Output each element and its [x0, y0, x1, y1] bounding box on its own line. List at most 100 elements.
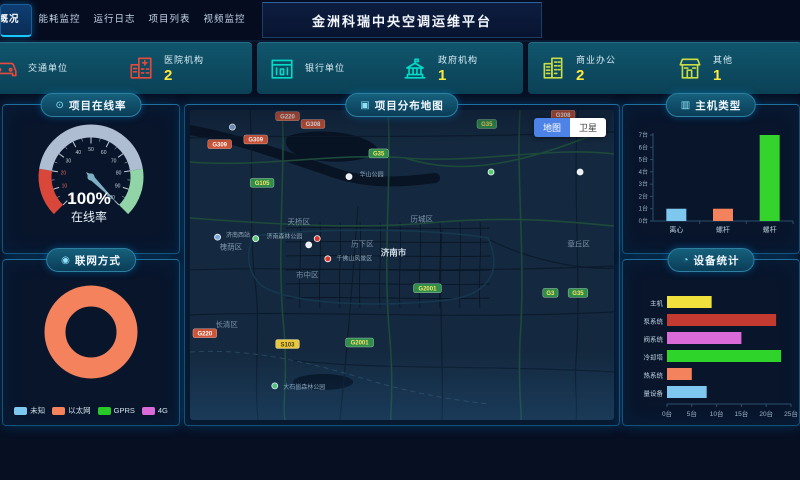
map-type-button-map[interactable]: 地图 [534, 118, 570, 137]
gauge-tick [124, 171, 130, 172]
map-label-district: 历下区 [351, 239, 374, 248]
row-label: 泵系统 [644, 317, 664, 326]
topbar: 概况 能耗监控 运行日志 项目列表 视频监控 金洲科瑞中央空调运维平台 [0, 0, 800, 42]
network-mode-donut [3, 276, 179, 392]
bar [667, 296, 712, 308]
map-marker[interactable] [253, 236, 259, 242]
map-label-poi: 济南西站 [226, 231, 250, 239]
dashboard-page: 概况 能耗监控 运行日志 项目列表 视频监控 金洲科瑞中央空调运维平台 交通单位 [0, 0, 800, 480]
map-marker[interactable] [215, 234, 221, 240]
map-label-district: 长清区 [215, 319, 238, 329]
stat-item-transport: 交通单位 [0, 42, 116, 94]
gauge-value: 100% [67, 189, 110, 208]
stat-label: 商业办公 [576, 53, 616, 66]
legend-swatch [14, 407, 27, 415]
stat-value: 2 [576, 68, 616, 83]
grid-road [379, 222, 380, 308]
gauge-tick [65, 147, 67, 149]
legend-swatch [98, 407, 111, 415]
row-label: 主机 [650, 299, 664, 308]
map-box: G220G308G308G309G309G35G35G105G2001G2001… [190, 110, 614, 420]
bar [667, 332, 741, 344]
map-type-button-satellite[interactable]: 卫星 [570, 118, 606, 137]
stat-item-other: 其他 1 [665, 42, 800, 94]
row-label: 量设备 [644, 389, 664, 398]
legend-swatch [52, 407, 65, 415]
legend-item-ethernet[interactable]: 以太网 [52, 405, 91, 416]
legend-item-gprs[interactable]: GPRS [98, 406, 135, 415]
network-legend: 未知 以太网 GPRS 4G [3, 405, 179, 416]
online-rate-gauge: 0102030405060708090100100%在线率 [3, 117, 179, 251]
host-type-bar-chart: 0台1台2台3台4台5台6台7台离心螺杆螺杆 [623, 129, 799, 249]
map-label-poi: 华山公园 [360, 171, 384, 179]
x-tick-label: 20台 [759, 409, 773, 418]
panel-title: 联网方式 [75, 253, 121, 268]
panel-title: 项目分布地图 [375, 98, 444, 113]
gauge-tick [100, 139, 101, 142]
legend-item-4g[interactable]: 4G [142, 406, 168, 415]
legend-item-unknown[interactable]: 未知 [14, 405, 45, 416]
legend-label: 4G [158, 406, 168, 415]
stat-card-transport-hospital: 交通单位 医院机构 2 [0, 42, 252, 94]
gauge-zone [124, 170, 137, 210]
map-marker[interactable] [272, 383, 278, 389]
road-shield-label: G309 [212, 142, 227, 148]
x-tick-label: 15台 [735, 409, 749, 418]
legend-swatch [142, 407, 155, 415]
gauge-tick [73, 142, 76, 147]
stat-item-hospital: 医院机构 2 [116, 42, 252, 94]
road-shield-label: G35 [481, 122, 493, 128]
bar [667, 368, 692, 380]
map-water [190, 130, 435, 390]
y-tick-label: 6台 [639, 143, 648, 151]
stat-label: 医院机构 [164, 53, 204, 66]
tab-energy-monitor[interactable]: 能耗监控 [32, 5, 87, 35]
x-category-label: 螺杆 [716, 225, 730, 234]
bar [713, 209, 733, 221]
panel-host-type-header: ▥ 主机类型 [666, 93, 756, 117]
map-label-district: 章丘区 [567, 238, 590, 248]
panel-device-stats-header: ◔ 设备统计 [667, 248, 754, 272]
map-label-district: 市中区 [296, 269, 319, 279]
shop-icon [677, 55, 703, 81]
map-marker[interactable] [577, 169, 583, 175]
road-shield-label: G2001 [418, 286, 437, 292]
gauge-tick [59, 154, 64, 158]
map-marker[interactable] [346, 174, 352, 180]
grid-road [479, 222, 480, 308]
gauge-tick-label: 40 [76, 150, 82, 156]
gauge-tick [125, 162, 128, 163]
map-label-poi: 济南森林公园 [266, 233, 302, 241]
gauge-tick-label: 20 [61, 171, 67, 177]
map-marker[interactable] [314, 236, 320, 242]
map-type-controls: 地图 卫星 [534, 118, 606, 137]
tab-video-monitor[interactable]: 视频监控 [197, 5, 252, 35]
office-icon [540, 55, 566, 81]
gauge-tick [122, 196, 125, 198]
map-marker[interactable] [488, 169, 494, 175]
y-tick-label: 4台 [639, 168, 648, 176]
hospital-icon [128, 55, 154, 81]
tab-overview[interactable]: 概况 [0, 4, 32, 37]
row-label: 阀系统 [644, 335, 664, 344]
tab-run-log[interactable]: 运行日志 [87, 5, 142, 35]
gauge-tick-label: 90 [115, 184, 121, 190]
panel-project-map: ▣ 项目分布地图 [184, 104, 620, 426]
tab-overview-label: 概况 [0, 5, 20, 35]
grid-road [419, 222, 420, 308]
gauge-tick [123, 187, 129, 189]
legend-label: GPRS [114, 406, 135, 415]
legend-label: 以太网 [68, 405, 91, 416]
map-marker[interactable] [229, 124, 235, 130]
gauge-center-label: 在线率 [71, 209, 107, 224]
map-marker[interactable] [306, 242, 312, 248]
distribution-map[interactable]: G220G308G308G309G309G35G35G105G2001G2001… [190, 110, 614, 420]
map-marker[interactable] [325, 256, 331, 262]
stat-label: 银行单位 [305, 61, 345, 74]
y-tick-label: 0台 [639, 217, 648, 225]
tab-project-list[interactable]: 项目列表 [142, 5, 197, 35]
bar [667, 386, 707, 398]
bar [760, 135, 780, 221]
stat-value: 2 [164, 68, 204, 83]
government-icon [402, 55, 428, 81]
